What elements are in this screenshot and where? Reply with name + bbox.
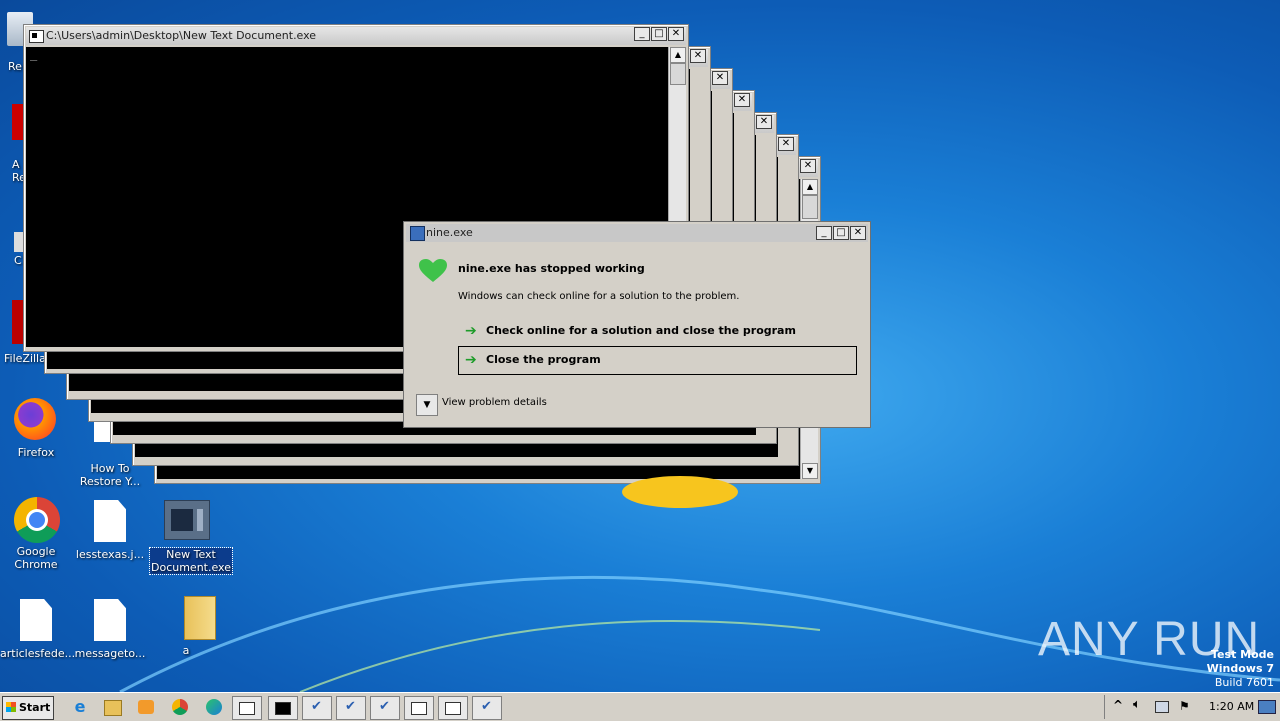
tray-expand-icon[interactable]: ^: [1113, 698, 1123, 712]
network-icon[interactable]: [1155, 701, 1169, 713]
system-tray: ^ 🔈︎ ⚑: [1104, 695, 1205, 719]
minimize-button[interactable]: _: [634, 27, 650, 41]
check-icon: ✔: [379, 699, 390, 714]
taskbar-item-window-4[interactable]: ✔: [336, 696, 366, 720]
dialog-minimize-button[interactable]: _: [816, 226, 832, 240]
start-label: Start: [19, 701, 51, 714]
heart-icon: [419, 259, 447, 282]
flag-icon[interactable]: ⚑: [1179, 699, 1190, 713]
scroll-thumb[interactable]: [802, 195, 818, 219]
check-icon: ✔: [345, 699, 356, 714]
check-online-label: Check online for a solution and close th…: [486, 324, 796, 337]
ccleaner-label: C: [14, 254, 22, 267]
scroll-up-arrow[interactable]: ▲: [802, 179, 818, 195]
taskbar: Start e ✔ ✔ ✔ ✔ ^ 🔈︎ ⚑ 1:20 AM: [0, 692, 1280, 721]
console-app-icon: [29, 30, 44, 43]
chrome-taskbar-icon[interactable]: [172, 699, 188, 715]
media-player-icon[interactable]: [138, 700, 154, 714]
error-dialog[interactable]: nine.exe _ □ ✕ nine.exe has stopped work…: [403, 221, 871, 428]
scroll-thumb[interactable]: [670, 63, 686, 85]
close-program-label: Close the program: [486, 353, 601, 366]
scroll-up-arrow[interactable]: ▲: [670, 47, 686, 63]
clock[interactable]: 1:20 AM: [1209, 700, 1254, 713]
chevron-down-icon: ▼: [423, 400, 431, 410]
taskbar-item-window-8[interactable]: ✔: [472, 696, 502, 720]
maximize-button[interactable]: □: [651, 27, 667, 41]
dialog-title: nine.exe: [426, 226, 473, 239]
show-desktop-icon[interactable]: [1258, 700, 1276, 714]
explorer-folder-icon[interactable]: [104, 700, 122, 716]
taskbar-item-window-5[interactable]: ✔: [370, 696, 400, 720]
windows-logo-icon: [6, 702, 16, 712]
dialog-title-bar[interactable]: nine.exe _ □ ✕: [406, 224, 868, 242]
green-arrow-icon: ➔: [465, 352, 477, 368]
close-button[interactable]: ✕: [690, 49, 706, 63]
taskbar-item-window-1[interactable]: [232, 696, 262, 720]
window-icon: [445, 702, 461, 715]
console-cursor: _: [30, 47, 38, 61]
close-button[interactable]: ✕: [668, 27, 684, 41]
start-button[interactable]: Start: [2, 696, 54, 720]
test-mode-notice: Test Mode Windows 7 Build 7601: [1206, 648, 1274, 689]
window-icon: [239, 702, 255, 715]
recycle-bin-label: Re: [8, 60, 22, 73]
edge-icon[interactable]: [206, 699, 222, 715]
close-button[interactable]: ✕: [778, 137, 794, 151]
window-title: C:\Users\admin\Desktop\New Text Document…: [46, 29, 317, 42]
close-button[interactable]: ✕: [712, 71, 728, 85]
dialog-maximize-button[interactable]: □: [833, 226, 849, 240]
view-details-toggle[interactable]: ▼: [416, 394, 438, 416]
internet-explorer-icon[interactable]: e: [70, 697, 90, 717]
close-button[interactable]: ✕: [734, 93, 750, 107]
close-program-option[interactable]: ➔ Close the program: [458, 346, 857, 375]
taskbar-item-console[interactable]: [268, 696, 298, 720]
window-icon: [411, 702, 427, 715]
console-icon: [275, 702, 291, 715]
check-online-option[interactable]: ➔ Check online for a solution and close …: [459, 318, 857, 344]
firefox-icon: [14, 398, 56, 440]
dialog-app-icon: [410, 226, 425, 241]
taskbar-item-window-3[interactable]: ✔: [302, 696, 332, 720]
title-bar[interactable]: C:\Users\admin\Desktop\New Text Document…: [26, 27, 686, 45]
check-icon: ✔: [311, 699, 322, 714]
close-button[interactable]: ✕: [800, 159, 816, 173]
view-details-label[interactable]: View problem details: [442, 397, 547, 408]
green-arrow-icon: ➔: [465, 323, 477, 339]
close-button[interactable]: ✕: [756, 115, 772, 129]
dialog-description: Windows can check online for a solution …: [458, 291, 740, 302]
taskbar-item-window-6[interactable]: [404, 696, 434, 720]
dialog-close-button[interactable]: ✕: [850, 226, 866, 240]
dialog-heading: nine.exe has stopped working: [458, 262, 645, 275]
speaker-icon[interactable]: 🔈︎: [1133, 697, 1141, 712]
check-icon: ✔: [481, 699, 492, 714]
taskbar-item-window-7[interactable]: [438, 696, 468, 720]
